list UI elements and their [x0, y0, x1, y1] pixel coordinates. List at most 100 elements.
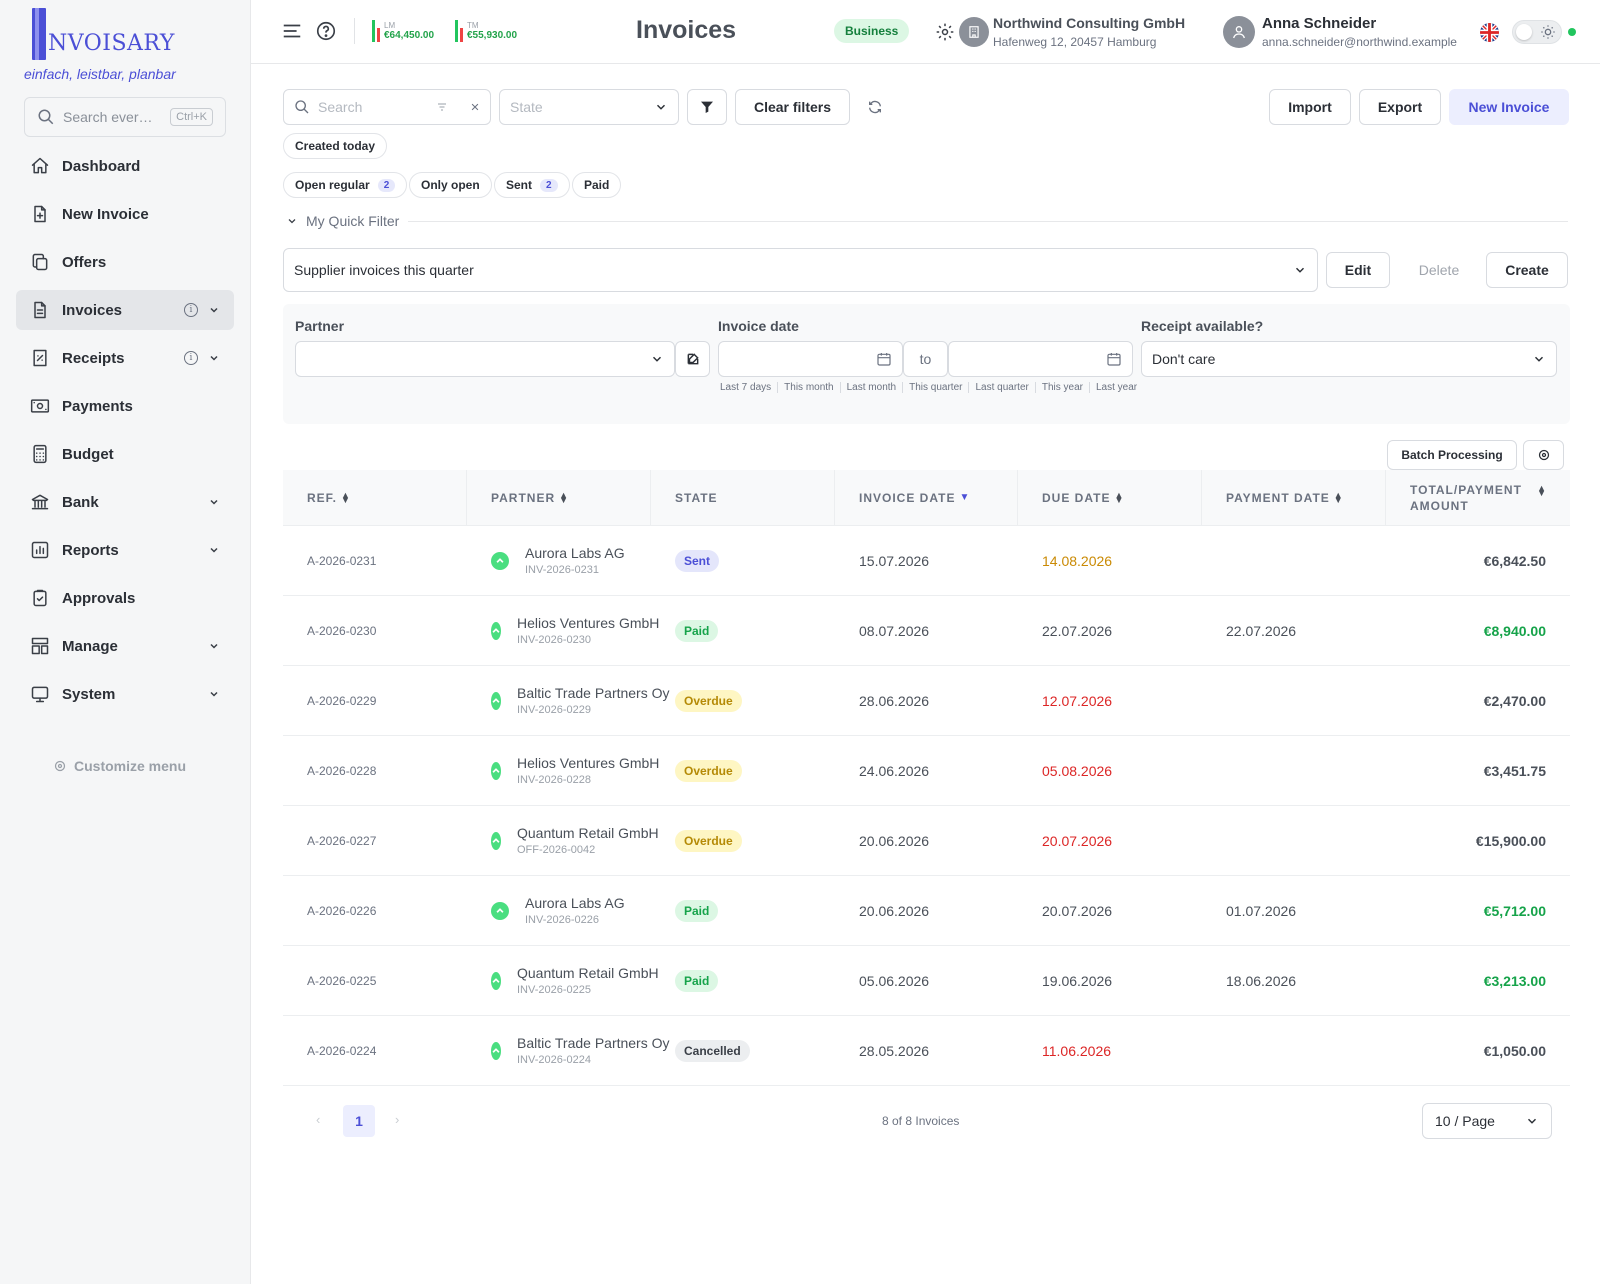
col-due-date[interactable]: DUE DATE ▲ ▼	[1018, 470, 1202, 525]
help-icon[interactable]	[315, 20, 337, 42]
user-info[interactable]: Anna Schneider anna.schneider@northwind.…	[1262, 15, 1457, 49]
sidebar-item-manage[interactable]: Manage	[16, 626, 234, 666]
chevron-down-icon[interactable]	[208, 688, 220, 700]
date-preset-link[interactable]: This year	[1036, 382, 1090, 393]
page-button[interactable]: 1	[343, 1105, 375, 1137]
customize-menu-button[interactable]: Customize menu	[54, 758, 186, 774]
date-preset-link[interactable]: Last year	[1090, 382, 1143, 393]
sidebar-item-offers[interactable]: Offers	[16, 242, 234, 282]
cell-state: Paid	[651, 619, 835, 642]
company-avatar[interactable]	[959, 17, 989, 47]
table-row[interactable]: A-2026-0224 Baltic Trade Partners Oy INV-2…	[283, 1016, 1570, 1086]
search-input[interactable]: Search	[283, 89, 491, 125]
date-preset-link[interactable]: Last 7 days	[720, 382, 779, 393]
receipt-select[interactable]: Don't care	[1141, 341, 1557, 377]
kpi-this-month[interactable]: TM €55,930.00	[455, 18, 517, 42]
kpi-last-month[interactable]: LM €64,450.00	[372, 18, 434, 42]
clear-filters-button[interactable]: Clear filters	[735, 89, 850, 125]
info-icon[interactable]: i	[184, 351, 198, 365]
chip-only-open[interactable]: Only open	[409, 172, 492, 198]
cell-partner[interactable]: Baltic Trade Partners Oy INV-2026-0229	[467, 685, 670, 716]
cell-partner[interactable]: Quantum Retail GmbH INV-2026-0225	[467, 965, 659, 996]
create-filter-button[interactable]: Create	[1486, 252, 1568, 288]
partner-edit-button[interactable]	[675, 341, 710, 377]
chevron-down-icon[interactable]	[208, 496, 220, 508]
quick-filter-toggle[interactable]: My Quick Filter	[286, 213, 399, 229]
batch-processing-button[interactable]: Batch Processing	[1387, 440, 1517, 470]
settings-icon[interactable]	[935, 22, 957, 44]
cell-partner[interactable]: Aurora Labs AG INV-2026-0226	[467, 895, 651, 926]
date-preset-link[interactable]: This month	[778, 382, 841, 393]
chip-paid[interactable]: Paid	[572, 172, 622, 198]
refresh-icon[interactable]	[867, 99, 883, 115]
cell-due-date: 05.08.2026	[1042, 762, 1113, 779]
delete-filter-button[interactable]: Delete	[1404, 252, 1474, 288]
sidebar-item-new-invoice[interactable]: New Invoice	[16, 194, 234, 234]
col-partner[interactable]: PARTNER ▲ ▼	[467, 470, 651, 525]
next-page-icon[interactable]: ›	[395, 1112, 399, 1127]
info-icon[interactable]: i	[184, 303, 198, 317]
col-ref[interactable]: REF. ▲ ▼	[283, 470, 467, 525]
date-preset-link[interactable]: Last month	[841, 382, 904, 393]
new-invoice-button[interactable]: New Invoice	[1449, 89, 1569, 125]
chip-sent[interactable]: Sent 2	[494, 172, 570, 198]
state-select[interactable]: State	[499, 89, 679, 125]
page-size-select[interactable]: 10 / Page	[1422, 1103, 1552, 1139]
sidebar-item-dashboard[interactable]: Dashboard	[16, 146, 234, 186]
uk-flag-icon[interactable]	[1480, 23, 1499, 42]
date-to-input[interactable]	[948, 341, 1133, 377]
col-invoice-date[interactable]: INVOICE DATE ▼	[835, 470, 1018, 525]
table-row[interactable]: A-2026-0227 Quantum Retail GmbH OFF-2026-0…	[283, 806, 1570, 876]
date-preset-link[interactable]: Last quarter	[969, 382, 1036, 393]
result-count: 8 of 8 Invoices	[882, 1114, 960, 1128]
chip-open-regular[interactable]: Open regular 2	[283, 172, 408, 198]
cell-partner[interactable]: Helios Ventures GmbH INV-2026-0228	[467, 755, 659, 786]
user-avatar[interactable]	[1223, 16, 1255, 48]
clear-search-icon[interactable]	[470, 102, 480, 112]
chip-created-today[interactable]: Created today	[283, 133, 388, 159]
chevron-down-icon[interactable]	[208, 304, 220, 316]
prev-page-icon[interactable]: ‹	[316, 1112, 320, 1127]
chevron-down-icon[interactable]	[208, 640, 220, 652]
company-info[interactable]: Northwind Consulting GmbH Hafenweg 12, 2…	[993, 15, 1185, 49]
sidebar-item-budget[interactable]: Budget	[16, 434, 234, 474]
table-row[interactable]: A-2026-0225 Quantum Retail GmbH INV-2026-0…	[283, 946, 1570, 1016]
partner-select[interactable]	[295, 341, 675, 377]
sidebar-item-label: Approvals	[62, 589, 136, 607]
partner-status-icon	[491, 901, 509, 920]
sidebar-item-system[interactable]: System	[16, 674, 234, 714]
import-button[interactable]: Import	[1269, 89, 1351, 125]
chevron-down-icon[interactable]	[208, 352, 220, 364]
theme-toggle[interactable]	[1512, 20, 1562, 44]
export-button[interactable]: Export	[1359, 89, 1441, 125]
cell-partner[interactable]: Quantum Retail GmbH OFF-2026-0042	[467, 825, 659, 856]
edit-filter-button[interactable]: Edit	[1326, 252, 1390, 288]
sidebar-item-approvals[interactable]: Approvals	[16, 578, 234, 618]
col-payment-date[interactable]: PAYMENT DATE ▲ ▼	[1202, 470, 1386, 525]
filter-lines-icon[interactable]	[436, 101, 448, 113]
table-row[interactable]: A-2026-0226 Aurora Labs AG INV-2026-0226 Pa…	[283, 876, 1570, 946]
menu-toggle-icon[interactable]	[281, 20, 303, 42]
table-settings-button[interactable]	[1523, 440, 1564, 470]
chevron-down-icon[interactable]	[208, 544, 220, 556]
brand-logo[interactable]: NVOISARY	[32, 6, 175, 60]
table-row[interactable]: A-2026-0230 Helios Ventures GmbH INV-2026-…	[283, 596, 1570, 666]
cell-partner[interactable]: Helios Ventures GmbH INV-2026-0230	[467, 615, 659, 646]
sidebar-item-receipts[interactable]: Receipts i	[16, 338, 234, 378]
col-total[interactable]: TOTAL/PAYMENT AMOUNT ▲ ▼	[1386, 470, 1570, 525]
global-search[interactable]: Search ever… Ctrl+K	[24, 97, 226, 137]
date-from-input[interactable]	[718, 341, 903, 377]
date-preset-link[interactable]: This quarter	[903, 382, 970, 393]
cell-partner[interactable]: Baltic Trade Partners Oy INV-2026-0224	[467, 1035, 670, 1066]
sidebar-item-payments[interactable]: Payments	[16, 386, 234, 426]
sidebar-item-invoices[interactable]: Invoices i	[16, 290, 234, 330]
sidebar-item-reports[interactable]: Reports	[16, 530, 234, 570]
sidebar-item-bank[interactable]: Bank	[16, 482, 234, 522]
table-row[interactable]: A-2026-0231 Aurora Labs AG INV-2026-0231 Se…	[283, 526, 1570, 596]
chip-label: Sent	[506, 178, 533, 192]
quick-filter-select[interactable]: Supplier invoices this quarter	[283, 248, 1318, 292]
filter-button[interactable]	[687, 89, 727, 125]
table-row[interactable]: A-2026-0228 Helios Ventures GmbH INV-2026-…	[283, 736, 1570, 806]
table-row[interactable]: A-2026-0229 Baltic Trade Partners Oy INV-2…	[283, 666, 1570, 736]
cell-partner[interactable]: Aurora Labs AG INV-2026-0231	[467, 545, 651, 576]
